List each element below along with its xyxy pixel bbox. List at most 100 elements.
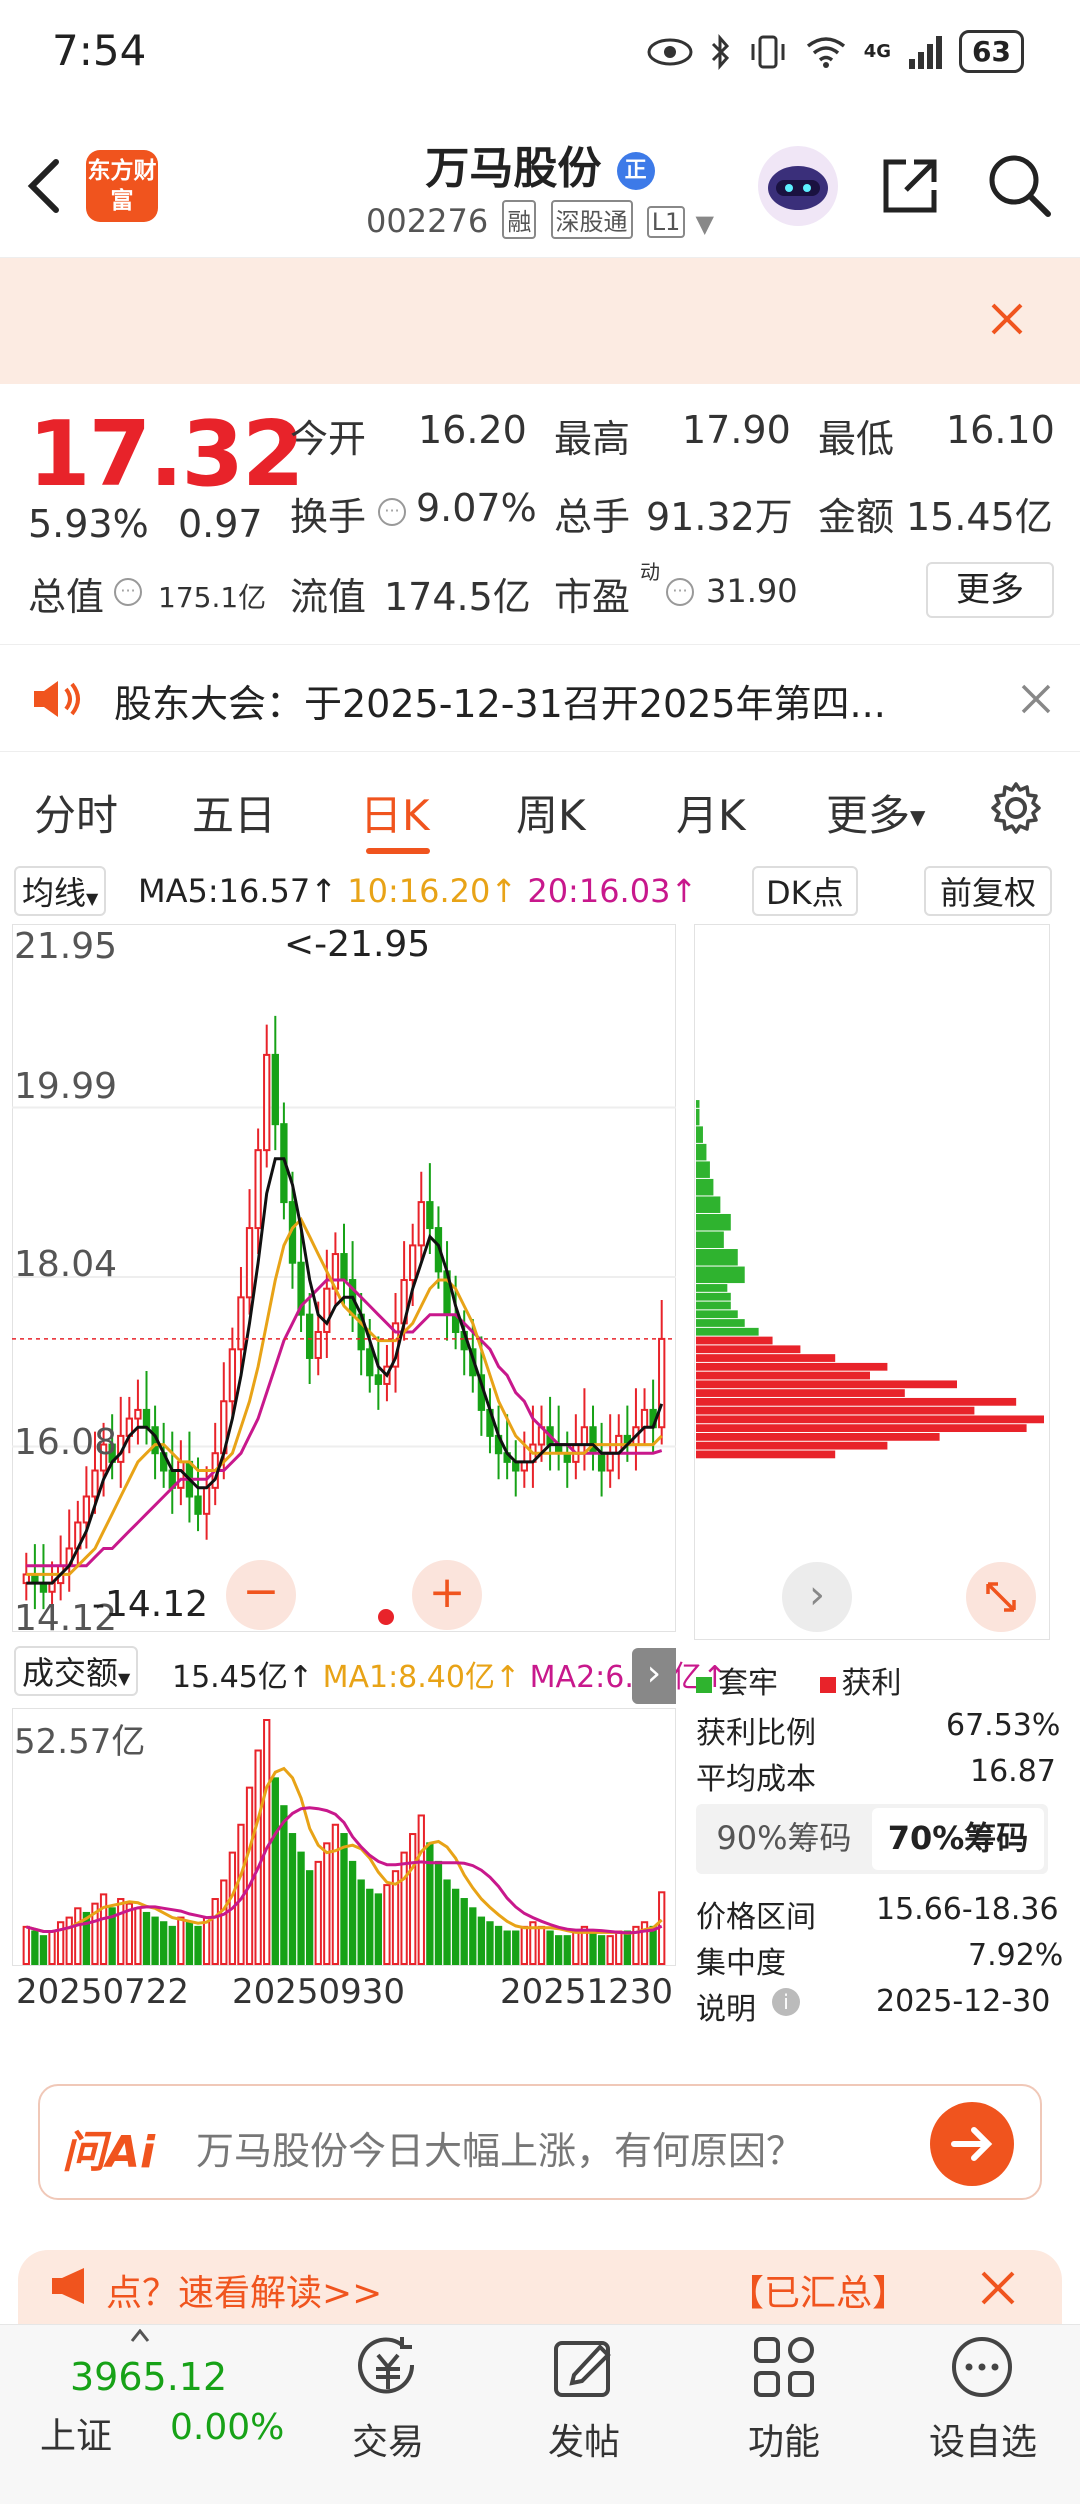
nav-add-watchlist[interactable]: 设自选	[908, 2325, 1058, 2504]
today-dot	[378, 1609, 394, 1625]
nav-post[interactable]: 发帖	[514, 2325, 654, 2504]
note-label: 说明	[696, 1992, 756, 2027]
chip-bar	[696, 1266, 745, 1284]
profit-swatch	[819, 1677, 836, 1693]
chip-bar	[696, 1143, 707, 1161]
close-icon[interactable]	[980, 2270, 1016, 2306]
avg-cost-value: 16.87	[970, 1754, 1056, 1789]
vibrate-icon	[751, 35, 785, 68]
volume-bar	[572, 1930, 580, 1965]
notice-bar[interactable]: 股东大会：于2025-12-31召开2025年第四...	[0, 644, 1080, 752]
ma5-text: MA5:16.57↑	[138, 872, 338, 910]
info-icon[interactable]: ···	[114, 578, 142, 606]
tab-more-label: 更多	[826, 791, 911, 840]
tab-monthly-k[interactable]: 月K	[676, 782, 746, 843]
ai-ask-bar[interactable]: 问Ai 万马股份今日大幅上涨，有何原因？	[38, 2084, 1042, 2200]
nav-trade[interactable]: 交易	[318, 2325, 458, 2504]
tab-90-chip[interactable]: 90%筹码	[696, 1804, 872, 1874]
status-bar: 7:54 4G 63	[0, 0, 1080, 110]
candle-body	[658, 1337, 666, 1429]
tab-weekly-k[interactable]: 周K	[516, 782, 586, 843]
tab-more[interactable]: 更多▼	[826, 782, 925, 843]
dk-point-button[interactable]: DK点	[752, 866, 858, 916]
volume-bar	[409, 1833, 417, 1965]
search-icon[interactable]	[986, 152, 1052, 218]
chip-bar	[696, 1406, 975, 1415]
index-name: 上证	[40, 2416, 113, 2457]
stock-header: 东方财富 万马股份 正 002276 融 深股通 L1 ▼	[0, 110, 1080, 258]
chip-bar	[696, 1450, 836, 1459]
profit-ratio-value: 67.53%	[946, 1708, 1061, 1743]
candle-body	[366, 1348, 374, 1377]
volume-bar	[649, 1925, 657, 1966]
promo-strip[interactable]: 点？速看解读>> 【已汇总】	[18, 2250, 1062, 2324]
tab-intraday[interactable]: 分时	[34, 782, 118, 843]
volume-bar	[623, 1930, 632, 1965]
volume-bar	[443, 1879, 451, 1965]
y-label-3: 18.04	[14, 1244, 118, 1285]
more-dots-icon	[952, 2337, 1012, 2397]
volume-bar	[177, 1916, 185, 1965]
zoom-out-button[interactable]: −	[226, 1560, 296, 1630]
caret-down-icon: ▼	[86, 889, 99, 908]
settings-gear-icon[interactable]	[988, 780, 1044, 836]
adjust-button[interactable]: 前复权	[924, 866, 1053, 916]
tag-level: L1	[646, 206, 686, 238]
nav-functions[interactable]: 功能	[714, 2325, 854, 2504]
pe-value: 31.90	[706, 572, 798, 610]
caret-down-icon: ▼	[118, 1669, 131, 1688]
notice-text: 股东大会：于2025-12-31召开2025年第四...	[114, 682, 886, 726]
share-icon[interactable]	[878, 154, 942, 218]
price-range-label: 价格区间	[696, 1900, 816, 1935]
info-icon[interactable]: i	[772, 1988, 800, 2016]
locked-label: 套牢	[718, 1666, 778, 1701]
ai-send-button[interactable]	[930, 2102, 1014, 2186]
volume-bar	[288, 1833, 297, 1965]
volume-bar	[297, 1851, 305, 1965]
chip-bar	[696, 1441, 888, 1450]
min-price-marker: -14.12	[92, 1584, 209, 1625]
chip-bar	[696, 1100, 700, 1108]
vol-ma1: MA1:8.40亿↑	[322, 1660, 521, 1695]
chip-bar	[696, 1354, 836, 1362]
zoom-in-button[interactable]: +	[412, 1560, 482, 1630]
chip-bar	[696, 1433, 940, 1441]
candle-body	[202, 1486, 211, 1515]
chip-bar	[696, 1336, 773, 1345]
candle-body	[254, 1149, 262, 1230]
ma-legend: MA5:16.57↑ 10:16.20↑ 20:16.03↑	[138, 872, 697, 910]
robot-assistant-icon[interactable]	[758, 146, 838, 226]
bluetooth-icon	[711, 33, 729, 70]
ma-selector[interactable]: 均线▼	[14, 866, 107, 916]
volume-bar	[117, 1898, 125, 1965]
info-icon[interactable]: ···	[666, 578, 694, 606]
dk-point-label: DK点	[766, 874, 844, 912]
tab-daily-k[interactable]: 日K	[360, 782, 430, 843]
expand-right-icon[interactable]: ›	[632, 1648, 676, 1704]
info-icon[interactable]: ···	[378, 498, 406, 526]
total-value-label: 总值	[28, 575, 105, 619]
y-label-2: 19.99	[14, 1066, 118, 1107]
promo-left-text: 点？速看解读>>	[106, 2273, 383, 2314]
volume-bar	[417, 1814, 425, 1965]
tab-70-chip[interactable]: 70%筹码	[872, 1808, 1044, 1870]
volume-selector[interactable]: 成交额▼	[14, 1646, 139, 1696]
index-ticker[interactable]: 3965.12 上证 0.00%	[0, 2325, 284, 2504]
status-icons: 4G 63	[646, 30, 1024, 73]
more-button[interactable]: 更多	[926, 562, 1054, 618]
date-label-mid: 20250930	[232, 1972, 406, 2012]
turnover-value: 9.07%	[416, 486, 537, 530]
volume-selector-label: 成交额	[22, 1654, 119, 1692]
expand-icon[interactable]	[966, 1562, 1036, 1632]
price-range-value: 15.66-18.36	[876, 1892, 1059, 1927]
high-value: 17.90	[682, 408, 791, 452]
chip-next-button[interactable]: ›	[782, 1562, 852, 1632]
app-root: { "status": {"time": "7:54", "network": …	[0, 0, 1080, 2504]
tab-five-day[interactable]: 五日	[192, 782, 276, 843]
close-icon[interactable]	[990, 302, 1024, 336]
chip-distribution-chart[interactable]	[694, 924, 1050, 1640]
candle-body	[91, 1469, 99, 1498]
volume-bar	[31, 1930, 39, 1965]
close-icon[interactable]	[1020, 683, 1052, 715]
caret-up-icon	[130, 2329, 150, 2342]
